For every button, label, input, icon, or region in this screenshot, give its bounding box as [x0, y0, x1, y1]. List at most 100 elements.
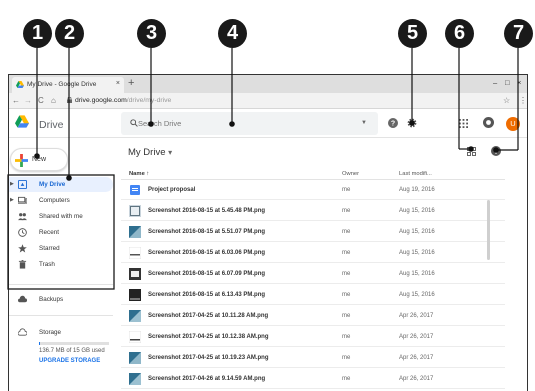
settings-gear-icon[interactable] — [407, 118, 417, 128]
browser-menu-icon[interactable]: ⋮ — [519, 96, 527, 105]
file-row[interactable]: Screenshot 2016-08-15 at 6.03.06 PM.png m… — [121, 243, 505, 263]
storage-usage-bar — [39, 342, 109, 345]
file-modified: Apr 26, 2017 — [399, 312, 434, 319]
column-header-name-text: Name — [129, 171, 145, 177]
sidebar-divider — [9, 284, 113, 285]
header-divider — [9, 137, 527, 138]
search-icon — [130, 119, 138, 127]
sidebar-item-label: Computers — [39, 197, 70, 204]
file-row[interactable]: Screenshot 2016-08-15 at 5.45.48 PM.png m… — [121, 201, 505, 221]
sidebar-item-computers[interactable]: ▶ Computers — [9, 193, 113, 208]
info-icon[interactable] — [491, 146, 501, 156]
file-modified: Aug 15, 2016 — [399, 249, 435, 256]
tab-title: My Drive - Google Drive — [27, 81, 97, 88]
file-row[interactable]: Screenshot 2017-04-26 at 9.14.59 AM.png m… — [121, 369, 505, 389]
file-name: Screenshot 2017-04-26 at 9.14.59 AM.png — [148, 375, 266, 382]
home-button[interactable]: ⌂ — [51, 96, 56, 105]
expand-arrow-icon[interactable]: ▶ — [10, 181, 14, 187]
file-row[interactable]: Screenshot 2017-04-25 at 10.19.23 AM.png… — [121, 348, 505, 368]
sidebar-item-shared-with-me[interactable]: Shared with me — [9, 209, 113, 224]
column-header-modified[interactable]: Last modifi... — [399, 171, 432, 177]
url-field[interactable]: drive.google.com/drive/my-drive — [75, 97, 171, 104]
svg-text:?: ? — [391, 121, 395, 128]
file-owner: me — [342, 354, 351, 361]
image-thumbnail-icon — [129, 226, 141, 238]
file-owner: me — [342, 207, 351, 214]
page-title[interactable]: My Drive ▾ — [128, 147, 172, 158]
callout-4: 4 — [218, 19, 247, 48]
image-thumbnail-icon — [129, 289, 141, 301]
file-row[interactable]: Project proposal me Aug 19, 2016 — [121, 180, 505, 200]
file-owner: me — [342, 186, 351, 193]
file-owner: me — [342, 270, 351, 277]
search-input[interactable]: Search Drive — [138, 119, 181, 128]
callout-3: 3 — [137, 19, 166, 48]
sort-arrow-icon[interactable]: ↑ — [146, 171, 149, 177]
file-owner: me — [342, 312, 351, 319]
maximize-button[interactable]: □ — [505, 78, 510, 87]
file-name: Screenshot 2017-04-25 at 10.12.38 AM.png — [148, 333, 269, 340]
tab-strip: My Drive - Google Drive × + – □ × — [9, 75, 527, 93]
sidebar-item-recent[interactable]: Recent — [9, 225, 113, 240]
upgrade-storage-link[interactable]: UPGRADE STORAGE — [39, 358, 100, 364]
sidebar-item-backups[interactable]: Backups — [9, 292, 113, 307]
back-button[interactable]: ← — [12, 96, 20, 105]
file-row[interactable]: Screenshot 2017-04-25 at 10.11.28 AM.png… — [121, 306, 505, 326]
callout-7: 7 — [504, 19, 533, 48]
file-owner: me — [342, 291, 351, 298]
sidebar-item-storage[interactable]: Storage — [9, 325, 113, 340]
file-name: Screenshot 2016-08-15 at 6.07.09 PM.png — [148, 270, 266, 277]
file-modified: Aug 15, 2016 — [399, 270, 435, 277]
tab-close-icon[interactable]: × — [116, 80, 120, 87]
apps-grid-icon[interactable] — [459, 119, 468, 128]
storage-used-text: 136.7 MB of 15 GB used — [39, 348, 105, 354]
image-thumbnail-icon — [129, 373, 141, 385]
minimize-button[interactable]: – — [493, 78, 497, 87]
sidebar-item-trash[interactable]: Trash — [9, 257, 113, 272]
drive-favicon-icon — [16, 81, 24, 88]
people-icon — [18, 213, 27, 221]
help-icon[interactable]: ? — [388, 118, 398, 128]
file-row[interactable]: Screenshot 2016-08-15 at 6.07.09 PM.png m… — [121, 264, 505, 284]
image-thumbnail-icon — [129, 310, 141, 322]
window-close-button[interactable]: × — [517, 78, 521, 87]
sidebar-item-label: Storage — [39, 329, 62, 336]
file-row[interactable]: Screenshot 2016-08-15 at 5.51.07 PM.png m… — [121, 222, 505, 242]
column-header-name[interactable]: Name ↑ — [129, 171, 149, 177]
browser-tab[interactable]: My Drive - Google Drive × — [12, 77, 124, 93]
sidebar-item-starred[interactable]: Starred — [9, 241, 113, 256]
search-options-icon[interactable]: ▼ — [361, 120, 367, 126]
grid-view-icon[interactable] — [467, 147, 476, 156]
file-modified: Aug 15, 2016 — [399, 207, 435, 214]
cloud-icon — [18, 295, 27, 303]
file-row[interactable]: Screenshot 2017-04-25 at 10.12.38 AM.png… — [121, 327, 505, 347]
address-bar: ← → C ⌂ drive.google.com/drive/my-drive … — [9, 93, 527, 109]
file-row[interactable]: Screenshot 2016-08-15 at 6.13.43 PM.png m… — [121, 285, 505, 305]
forward-button[interactable]: → — [24, 96, 32, 105]
new-button-label: New — [32, 156, 47, 163]
notifications-icon[interactable] — [483, 117, 494, 128]
search-box[interactable]: Search Drive ▼ — [121, 112, 378, 135]
column-header-owner[interactable]: Owner — [342, 171, 359, 177]
callout-1: 1 — [23, 19, 52, 48]
expand-arrow-icon[interactable]: ▶ — [10, 197, 14, 203]
file-modified: Aug 19, 2016 — [399, 186, 435, 193]
new-tab-button[interactable]: + — [128, 77, 134, 89]
account-avatar[interactable]: U — [506, 117, 520, 131]
file-owner: me — [342, 333, 351, 340]
image-thumbnail-icon — [129, 331, 141, 343]
star-icon — [18, 244, 27, 253]
url-path: /drive/my-drive — [126, 96, 172, 104]
clock-icon — [18, 228, 27, 237]
new-button[interactable]: New — [10, 148, 68, 171]
reload-button[interactable]: C — [38, 96, 44, 105]
file-name: Screenshot 2016-08-15 at 5.45.48 PM.png — [148, 207, 266, 214]
file-modified: Apr 26, 2017 — [399, 333, 434, 340]
chevron-down-icon: ▾ — [168, 148, 173, 157]
plus-icon — [15, 154, 28, 167]
bookmark-star-icon[interactable]: ☆ — [503, 96, 510, 105]
sidebar-item-my-drive[interactable]: ▶ My Drive — [9, 177, 113, 192]
scrollbar[interactable] — [487, 200, 490, 260]
image-thumbnail-icon — [129, 205, 141, 217]
cloud-outline-icon — [18, 328, 27, 336]
